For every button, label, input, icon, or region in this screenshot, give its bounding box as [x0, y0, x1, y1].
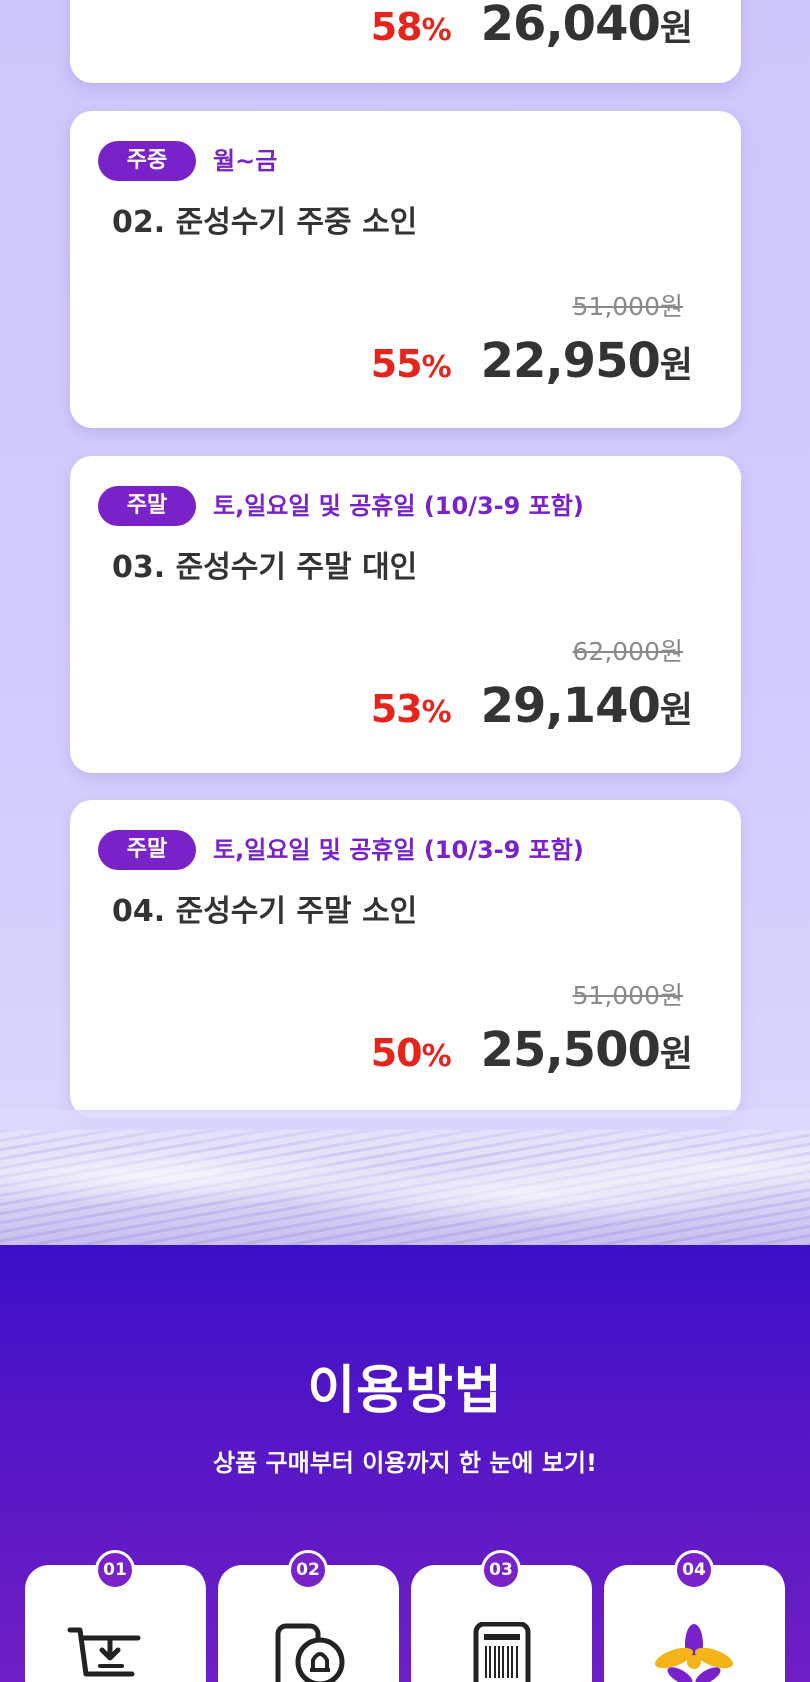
step-number: 04 [674, 1550, 714, 1590]
discount-rate: 53% [370, 687, 452, 731]
price-line: 58% 26,040 원 [371, 0, 693, 52]
currency: 원 [659, 1034, 693, 1075]
day-type-badge: 주말 [98, 486, 196, 526]
discount-rate: 58% [370, 5, 452, 49]
product-name: 02. 준성수기 주중 소인 [112, 205, 418, 240]
valid-days: 토,일요일 및 공휴일 (10/3-9 포함) [213, 492, 584, 520]
currency: 원 [659, 690, 693, 731]
cart-download-icon [67, 1627, 141, 1677]
step-number: 03 [481, 1550, 521, 1590]
step-number: 02 [288, 1550, 328, 1590]
price-line: 55% 22,950 원 [371, 333, 693, 389]
howto-subtitle: 상품 구매부터 이용까지 한 눈에 보기! [213, 1449, 597, 1477]
price-line: 50% 25,500 원 [371, 1022, 693, 1078]
mobile-barcode-icon [473, 1622, 531, 1682]
sale-price: 25,500 [480, 1022, 661, 1078]
flower-logo-icon [655, 1624, 733, 1682]
currency: 원 [659, 345, 693, 386]
howto-title: 이용방법 [307, 1361, 503, 1421]
product-name: 04. 준성수기 주말 소인 [112, 894, 418, 929]
valid-days: 월~금 [213, 147, 278, 175]
discount-rate: 55% [370, 342, 452, 386]
sale-price: 22,950 [480, 333, 661, 389]
step-number: 01 [95, 1550, 135, 1590]
phone-bell-icon [275, 1623, 345, 1682]
valid-days: 토,일요일 및 공휴일 (10/3-9 포함) [213, 836, 584, 864]
product-card-04[interactable]: 주말 토,일요일 및 공휴일 (10/3-9 포함) 04. 준성수기 주말 소… [70, 800, 741, 1117]
currency: 원 [659, 8, 693, 49]
sale-price: 29,140 [480, 678, 661, 734]
sea-fade-overlay [0, 1110, 810, 1150]
price-line: 53% 29,140 원 [371, 678, 693, 734]
day-type-badge: 주말 [98, 830, 196, 870]
product-card-02[interactable]: 주중 월~금 02. 준성수기 주중 소인 51,000원 55% 22,950… [70, 111, 741, 428]
day-type-badge: 주중 [98, 141, 196, 181]
discount-rate: 50% [370, 1031, 452, 1075]
product-name: 03. 준성수기 주말 대인 [112, 550, 418, 585]
original-price: 62,000원 [572, 637, 683, 666]
sale-price: 26,040 [480, 0, 661, 52]
product-card-03[interactable]: 주말 토,일요일 및 공휴일 (10/3-9 포함) 03. 준성수기 주말 대… [70, 456, 741, 773]
original-price: 51,000원 [572, 981, 683, 1010]
original-price: 51,000원 [572, 292, 683, 321]
product-card-01[interactable]: 58% 26,040 원 [70, 0, 741, 83]
